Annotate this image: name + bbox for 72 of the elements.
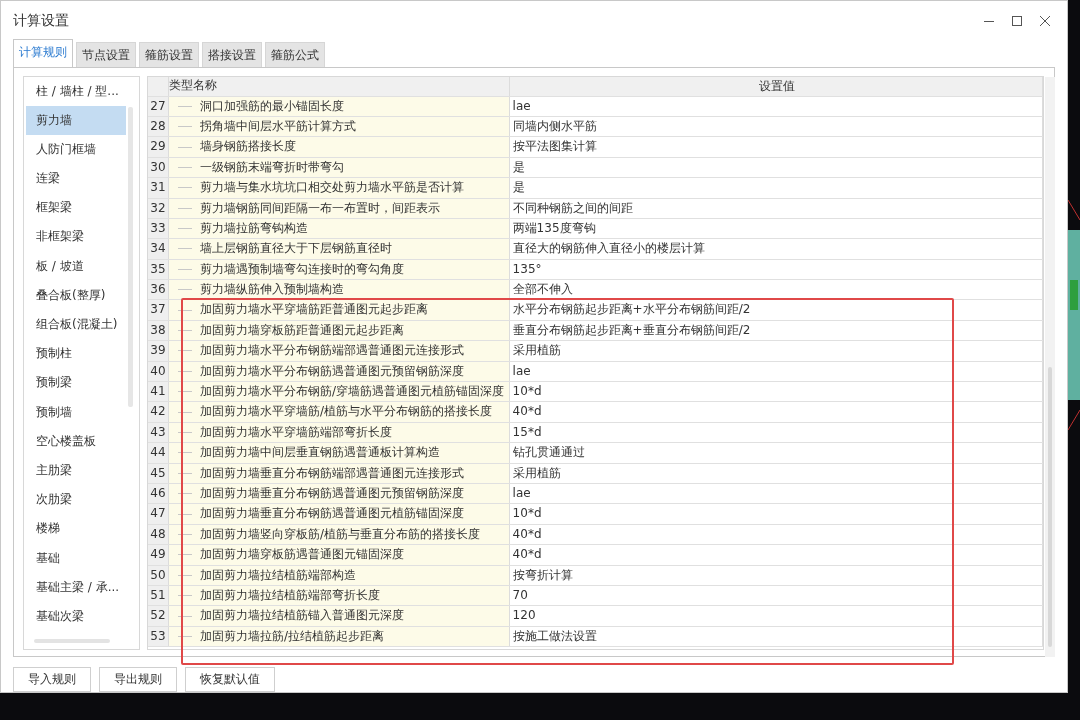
- row-number: 40: [148, 361, 169, 381]
- scrollbar[interactable]: [128, 106, 133, 407]
- row-number: 30: [148, 157, 169, 178]
- row-number: 50: [148, 565, 169, 585]
- table-cell: 墙身钢筋搭接长度: [169, 137, 510, 157]
- table-cell: 加固剪力墙水平分布钢筋端部遇普通图元连接形式: [169, 341, 510, 361]
- row-number: 39: [148, 341, 169, 361]
- sidebar-item[interactable]: 基础主梁 / 承...: [26, 572, 126, 602]
- table-cell: 加固剪力墙中间层垂直钢筋遇普通板计算构造: [169, 443, 510, 463]
- sidebar-item[interactable]: 非框架梁: [26, 222, 126, 252]
- table-cell: 加固剪力墙垂直分布钢筋遇普通图元植筋锚固深度: [169, 504, 510, 524]
- row-number: 42: [148, 402, 169, 422]
- row-number: 35: [148, 259, 169, 280]
- maximize-icon[interactable]: [1011, 14, 1023, 27]
- sidebar-item[interactable]: 空心楼盖板: [26, 426, 126, 456]
- row-number: 29: [148, 137, 169, 157]
- table-cell: 剪力墙与集水坑坑口相交处剪力墙水平筋是否计算: [169, 178, 510, 198]
- column-header[interactable]: 类型名称: [169, 76, 510, 96]
- row-number: 45: [148, 463, 169, 483]
- row-number: 48: [148, 524, 169, 545]
- sidebar-item[interactable]: 框架梁: [26, 193, 126, 223]
- sidebar-item[interactable]: 柱 / 墙柱 / 型...: [26, 76, 126, 106]
- row-number: 36: [148, 280, 169, 300]
- row-number: 53: [148, 626, 169, 647]
- row-number: 38: [148, 320, 169, 341]
- tab[interactable]: 计算规则: [13, 38, 73, 67]
- sidebar-item[interactable]: 剪力墙: [26, 105, 126, 135]
- sidebar-item[interactable]: 基础次梁: [26, 601, 126, 632]
- row-number: 43: [148, 422, 169, 443]
- table-cell: 剪力墙纵筋伸入预制墙构造: [169, 280, 510, 300]
- sidebar-item[interactable]: 次肋梁: [26, 485, 126, 515]
- table-cell: 墙上层钢筋直径大于下层钢筋直径时: [169, 239, 510, 259]
- tab[interactable]: 搭接设置: [202, 41, 262, 67]
- table-cell: 加固剪力墙水平分布钢筋/穿墙筋遇普通图元植筋锚固深度: [169, 382, 510, 402]
- row-number: 28: [148, 116, 169, 137]
- sidebar-item[interactable]: 主肋梁: [26, 456, 126, 486]
- table-cell: 加固剪力墙水平穿墙筋距普通图元起步距离: [169, 300, 510, 320]
- row-number: 27: [148, 96, 169, 116]
- row-number: 46: [148, 483, 169, 504]
- row-number: 44: [148, 443, 169, 463]
- sidebar-item[interactable]: 叠合板(整厚): [26, 280, 126, 311]
- button[interactable]: 恢复默认值: [185, 667, 275, 692]
- sidebar-item[interactable]: 板 / 坡道: [26, 251, 126, 281]
- scrollbar[interactable]: [1045, 76, 1055, 657]
- row-number: 51: [148, 585, 169, 606]
- row-number: 32: [148, 198, 169, 218]
- button[interactable]: 导出规则: [99, 667, 177, 692]
- row-number: 41: [148, 382, 169, 402]
- tab[interactable]: 箍筋公式: [265, 41, 325, 67]
- row-number: 52: [148, 606, 169, 626]
- table-cell: 加固剪力墙拉结植筋锚入普通图元深度: [169, 606, 510, 626]
- sidebar-item[interactable]: 楼梯: [26, 514, 126, 544]
- row-number: 31: [148, 178, 169, 198]
- row-number: 49: [148, 545, 169, 565]
- table-cell: 加固剪力墙穿板筋遇普通图元锚固深度: [169, 545, 510, 565]
- sidebar-item[interactable]: 基础: [26, 543, 126, 573]
- sidebar-item[interactable]: 预制柱: [26, 339, 126, 369]
- row-number: 34: [148, 239, 169, 259]
- row-number: 47: [148, 504, 169, 524]
- sidebar-item[interactable]: 连梁: [26, 164, 126, 194]
- button[interactable]: 导入规则: [13, 667, 91, 692]
- sidebar-item[interactable]: 预制墙: [26, 397, 126, 427]
- row-number: 37: [148, 300, 169, 320]
- tab[interactable]: 节点设置: [76, 41, 136, 67]
- sidebar-item[interactable]: 人防门框墙: [26, 134, 126, 165]
- tab[interactable]: 箍筋设置: [139, 41, 199, 67]
- close-icon[interactable]: [1039, 14, 1051, 27]
- sidebar-item[interactable]: 组合板(混凝土): [26, 310, 126, 340]
- row-number: 33: [148, 218, 169, 239]
- table-cell: 加固剪力墙水平穿墙筋/植筋与水平分布钢筋的搭接长度: [169, 402, 510, 422]
- window-title: 计算设置: [13, 11, 69, 30]
- sidebar-item[interactable]: 预制梁: [26, 368, 126, 398]
